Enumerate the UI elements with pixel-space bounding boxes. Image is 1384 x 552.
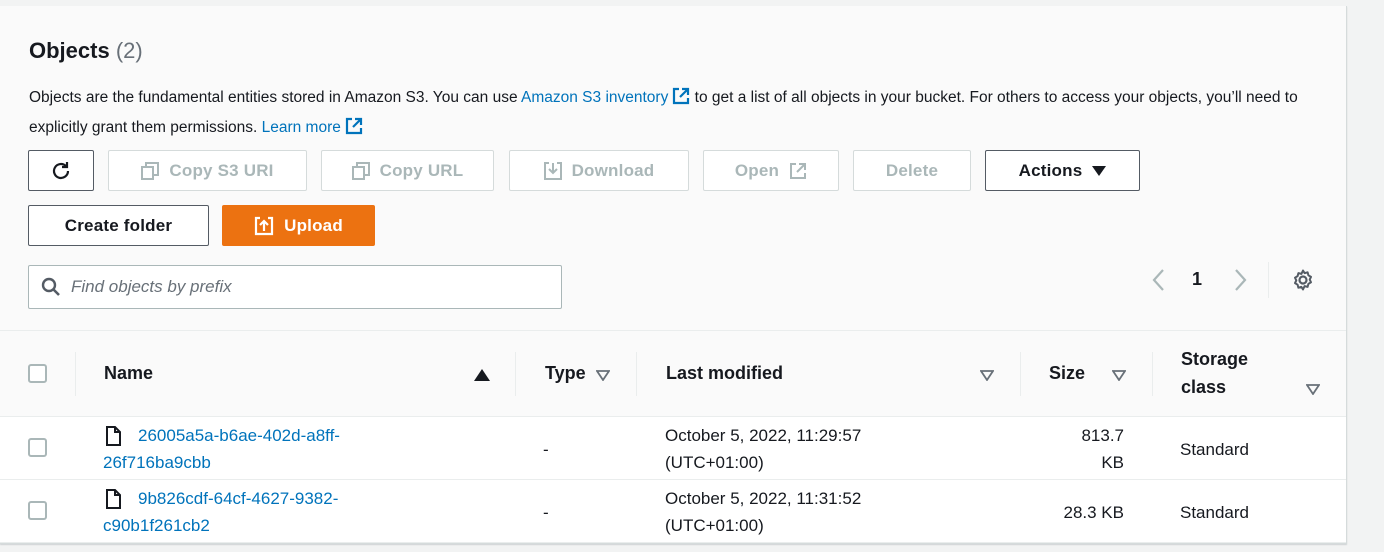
download-label: Download (571, 160, 655, 180)
sort-icon[interactable] (979, 368, 995, 386)
column-header-size[interactable]: Size (1049, 363, 1085, 384)
object-name-link[interactable]: 26005a5a-b6ae-402d-a8ff- (138, 422, 340, 449)
column-divider (515, 352, 516, 396)
external-link-icon (672, 87, 690, 114)
copy-icon (351, 161, 370, 180)
search-icon (41, 277, 61, 297)
object-name-link[interactable]: 9b826cdf-64cf-4627-9382- (138, 485, 338, 512)
previous-page-icon[interactable] (1150, 268, 1168, 297)
pagination-divider (1268, 262, 1269, 298)
upload-icon (254, 216, 274, 236)
row-checkbox[interactable] (28, 501, 47, 520)
page-title: Objects (2) (29, 38, 143, 64)
object-storage-class: Standard (1180, 503, 1249, 522)
column-header-storage-class-line1[interactable]: Storage (1181, 349, 1248, 370)
object-size-unit: KB (1101, 453, 1124, 472)
object-count: (2) (115, 38, 143, 63)
column-divider (1152, 352, 1153, 396)
upload-button[interactable]: Upload (222, 205, 375, 246)
column-divider (636, 352, 637, 396)
object-type: - (543, 440, 549, 459)
s3-inventory-link-label: Amazon S3 inventory (521, 89, 669, 106)
table-row[interactable]: 26005a5a-b6ae-402d-a8ff- 26f716ba9cbb - … (0, 417, 1346, 480)
external-link-icon (789, 162, 807, 180)
objects-table: Name Type Last modified Size Storage cla… (0, 330, 1346, 543)
object-name-link[interactable]: c90b1f261cb2 (103, 512, 210, 539)
column-header-type[interactable]: Type (545, 363, 586, 384)
sort-ascending-icon[interactable] (474, 368, 490, 386)
delete-label: Delete (885, 160, 939, 180)
create-folder-label: Create folder (64, 215, 173, 235)
caret-down-icon (1092, 165, 1107, 176)
open-label: Open (734, 160, 780, 180)
object-last-modified: October 5, 2022, 11:31:52 (665, 489, 862, 508)
sort-icon[interactable] (595, 368, 611, 386)
s3-inventory-link[interactable]: Amazon S3 inventory (521, 87, 690, 106)
column-header-storage-class-line2[interactable]: class (1181, 377, 1226, 398)
objects-panel: Objects (2) Objects are the fundamental … (0, 6, 1347, 544)
delete-button[interactable]: Delete (853, 150, 971, 191)
gear-icon[interactable] (1291, 268, 1315, 297)
sort-icon[interactable] (1305, 382, 1321, 400)
search-box[interactable] (28, 265, 562, 309)
title-text: Objects (29, 38, 110, 63)
refresh-button[interactable] (28, 150, 94, 191)
learn-more-link-label: Learn more (261, 119, 341, 136)
actions-dropdown[interactable]: Actions (985, 150, 1140, 191)
search-input[interactable] (69, 276, 539, 298)
select-all-checkbox[interactable] (28, 364, 47, 383)
copy-url-button[interactable]: Copy URL (321, 150, 494, 191)
create-folder-button[interactable]: Create folder (28, 205, 209, 246)
file-icon (105, 489, 121, 514)
download-button[interactable]: Download (509, 150, 689, 191)
sort-icon[interactable] (1111, 368, 1127, 386)
refresh-icon (50, 160, 72, 182)
object-storage-class: Standard (1180, 440, 1249, 459)
object-last-modified-tz: (UTC+01:00) (665, 453, 764, 472)
copy-s3-uri-button[interactable]: Copy S3 URI (108, 150, 307, 191)
column-divider (1020, 352, 1021, 396)
copy-url-label: Copy URL (379, 160, 464, 180)
copy-icon (141, 161, 160, 180)
description: Objects are the fundamental entities sto… (29, 84, 1329, 144)
table-header: Name Type Last modified Size Storage cla… (0, 330, 1346, 417)
learn-more-link[interactable]: Learn more (261, 117, 363, 136)
object-type: - (543, 503, 549, 522)
copy-s3-uri-label: Copy S3 URI (169, 160, 274, 180)
external-link-icon (345, 117, 363, 144)
object-last-modified: October 5, 2022, 11:29:57 (665, 426, 862, 445)
column-header-name[interactable]: Name (104, 363, 153, 384)
row-checkbox[interactable] (28, 438, 47, 457)
description-text-1: Objects are the fundamental entities sto… (29, 89, 522, 106)
download-icon (543, 161, 562, 180)
next-page-icon[interactable] (1231, 268, 1249, 297)
table-row[interactable]: 9b826cdf-64cf-4627-9382- c90b1f261cb2 - … (0, 480, 1346, 543)
open-button[interactable]: Open (703, 150, 839, 191)
object-size: 813.7 (1081, 426, 1124, 445)
actions-label: Actions (1018, 160, 1083, 180)
current-page-number[interactable]: 1 (1192, 269, 1202, 290)
object-size: 28.3 KB (1063, 503, 1125, 522)
column-divider (75, 352, 76, 396)
column-header-last-modified[interactable]: Last modified (666, 363, 783, 384)
file-icon (105, 426, 121, 451)
upload-label: Upload (284, 215, 343, 235)
object-name-link[interactable]: 26f716ba9cbb (103, 449, 211, 476)
object-last-modified-tz: (UTC+01:00) (665, 516, 764, 535)
